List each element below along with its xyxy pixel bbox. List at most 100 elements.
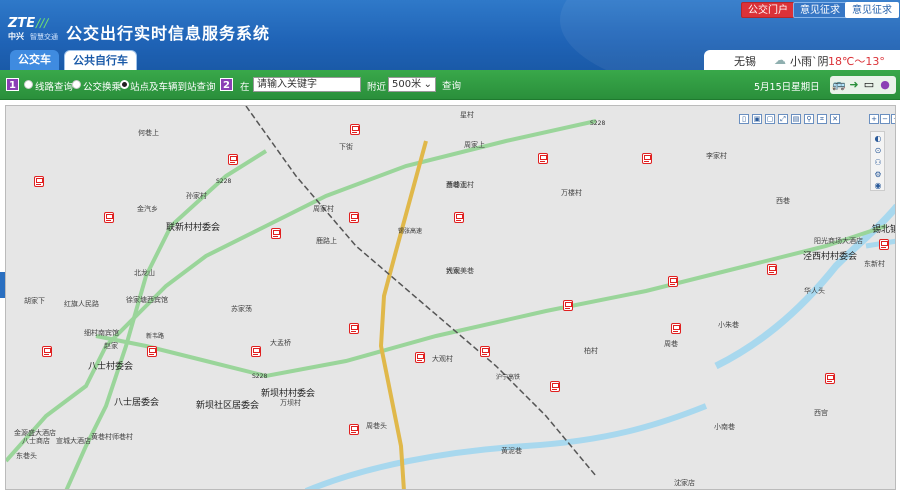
map-label: 联新村村委会 (166, 223, 221, 233)
bus-marker[interactable] (350, 124, 360, 135)
road-label: S228 (252, 373, 268, 380)
bus-marker[interactable] (271, 228, 281, 239)
bus-marker[interactable] (550, 381, 560, 392)
map-label: 大孟桥 (270, 339, 291, 347)
step-1-badge: 1 (6, 78, 19, 91)
expressway (378, 140, 428, 489)
road-label: 新韦路 (146, 333, 165, 340)
monitor-icon[interactable]: ▭ (862, 78, 876, 92)
bus-marker[interactable] (642, 153, 652, 164)
portal-button[interactable]: 公交门户 (741, 2, 795, 18)
map-label: 泾西村村委会 (803, 252, 858, 262)
feedback-button-2[interactable]: 意见征求 (845, 2, 899, 18)
pan-icon[interactable]: ▯ (739, 114, 749, 124)
map-side-controls: ◐ ⊙ ⚇ ⚙ ◉ (870, 131, 885, 191)
logo-text: ZTE (8, 16, 36, 31)
map-label: 星村 (460, 111, 474, 119)
tab-bus[interactable]: 公交车 (10, 50, 59, 70)
map-label: 锡北镇 (872, 225, 895, 235)
map-label: 小朱巷 (718, 321, 739, 329)
feedback-button-1[interactable]: 意见征求 (793, 2, 847, 18)
bus-marker[interactable] (349, 424, 359, 435)
clear-icon[interactable]: ✕ (830, 114, 840, 124)
measure-icon[interactable]: ▤ (791, 114, 801, 124)
map-label: 金汽乡 (137, 205, 158, 213)
zoom-out-icon[interactable]: − (880, 114, 890, 124)
map-label: 黄巷村 (91, 433, 112, 441)
map-label: 胡家下 (24, 297, 45, 305)
marker-icon[interactable]: ⚲ (804, 114, 814, 124)
map-label: 八士居委会 (114, 398, 160, 408)
settings-icon[interactable]: ✧ (891, 114, 895, 124)
full-extent-icon[interactable]: ⤢ (778, 114, 788, 124)
location-icon[interactable]: ⊙ (873, 146, 883, 156)
zoom-out-box-icon[interactable]: ▢ (765, 114, 775, 124)
bus-marker[interactable] (671, 323, 681, 334)
road-label: S228 (216, 178, 232, 185)
traffic-icon[interactable]: ⚙ (873, 170, 883, 180)
search-toolbar: 1 线路查询 公交换乘 站点及车辆到站查询 2 在 请输入关键字 附近 500米… (0, 70, 900, 100)
map-label: 赵家 (104, 342, 118, 350)
rain-cloud-icon: ☁ (774, 53, 786, 67)
zoom-in-box-icon[interactable]: ▣ (752, 114, 762, 124)
radius-select[interactable]: 500米 ⌄ (388, 77, 436, 92)
arrow-right-icon[interactable]: ➜ (847, 78, 861, 92)
bus-marker[interactable] (825, 373, 835, 384)
bus-marker[interactable] (538, 153, 548, 164)
opt-line-query-label[interactable]: 线路查询 (35, 79, 73, 93)
bus-marker[interactable] (767, 264, 777, 275)
layers-icon[interactable]: ⌗ (817, 114, 827, 124)
bus-mode-icon[interactable]: 🚌 (832, 78, 846, 92)
bus-marker[interactable] (415, 352, 425, 363)
bus-marker[interactable] (42, 346, 52, 357)
bus-marker[interactable] (104, 212, 114, 223)
zoom-in-icon[interactable]: + (869, 114, 879, 124)
weather-panel: 无锡 ☁ 小雨`阴 18℃～13° (704, 50, 900, 70)
bus-marker[interactable] (349, 212, 359, 223)
app-header: ZTE ∕∕∕ 中兴 智慧交通 公交出行实时信息服务系统 公交门户 意见征求 意… (0, 0, 900, 70)
map-label: 大观美巷 (446, 267, 474, 275)
bus-marker[interactable] (879, 239, 889, 250)
keyword-input[interactable]: 请输入关键字 (253, 77, 361, 92)
query-button[interactable]: 查询 (442, 78, 461, 92)
bus-marker[interactable] (147, 346, 157, 357)
opt-transfer-label[interactable]: 公交换乘 (83, 79, 121, 93)
logo-sub2: 智慧交通 (30, 33, 58, 41)
map-toolbar: ▯ ▣ ▢ ⤢ ▤ ⚲ ⌗ ✕ (739, 114, 849, 127)
map-label: 周家上 (464, 141, 485, 149)
bus-marker[interactable] (668, 276, 678, 287)
map-label: 细村南宾馆 (84, 329, 119, 337)
map-label: 西巷 (776, 197, 790, 205)
radio-transfer[interactable] (72, 80, 81, 89)
bus-marker[interactable] (480, 346, 490, 357)
radio-stop-query[interactable] (120, 80, 129, 89)
bus-marker[interactable] (251, 346, 261, 357)
map-label: 李家村 (706, 152, 727, 160)
map-label: 大观村 (432, 355, 453, 363)
zte-logo: ZTE ∕∕∕ 中兴 智慧交通 (8, 16, 66, 42)
map-label: 孙家村 (186, 192, 207, 200)
bus-marker[interactable] (228, 154, 238, 165)
bus-marker[interactable] (349, 323, 359, 334)
bus-marker[interactable] (34, 176, 44, 187)
map-label: 周巷头 (366, 422, 387, 430)
map-canvas[interactable]: 何巷上 下街 星村 孙家村 联新村村委会 周家村 西峰观村 金汽乡 鹿路上 北龙… (5, 105, 896, 490)
compass-icon[interactable]: ◐ (873, 134, 883, 144)
map-label: 何巷上 (138, 129, 159, 137)
date-display: 5月15日星期日 (754, 82, 820, 93)
bus-marker[interactable] (563, 300, 573, 311)
radio-line-query[interactable] (24, 80, 33, 89)
bus-marker[interactable] (454, 212, 464, 223)
eye-icon[interactable]: ◉ (873, 181, 883, 191)
satellite-icon[interactable]: ⚇ (873, 158, 883, 168)
opt-stop-query-label[interactable]: 站点及车辆到站查询 (130, 79, 216, 93)
map-container: 何巷上 下街 星村 孙家村 联新村村委会 周家村 西峰观村 金汽乡 鹿路上 北龙… (0, 101, 900, 493)
radius-value: 500米 (392, 79, 422, 90)
weather-desc: 小雨`阴 (790, 55, 829, 68)
map-label: 周巷 (664, 340, 678, 348)
tab-public-bike[interactable]: 公共自行车 (64, 50, 137, 70)
map-label: 东新村 (864, 260, 885, 268)
map-label: 柏村 (584, 347, 598, 355)
circle-icon[interactable]: ● (878, 78, 892, 92)
mode-icons: 🚌 ➜ ▭ ● (830, 76, 896, 94)
